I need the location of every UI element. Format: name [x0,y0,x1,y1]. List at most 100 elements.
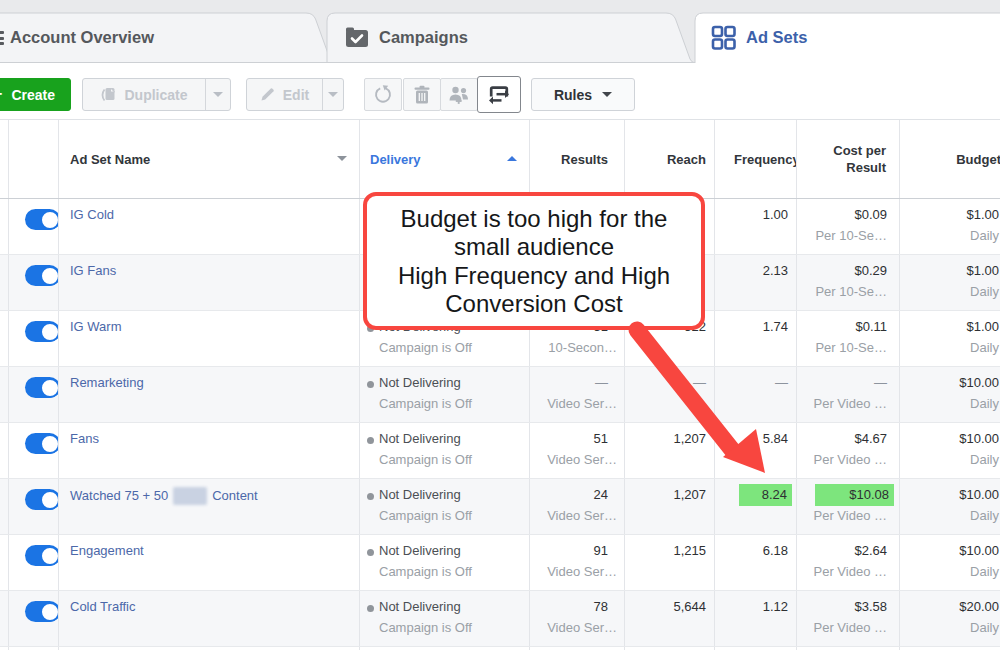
row-checkbox-cell[interactable] [0,255,9,310]
budget-value: $10.00 [900,487,1000,502]
cost-per-result-value: $4.67 [797,431,899,446]
tab-bar: Account Overview Campaigns Ad Sets [0,0,1000,63]
row-toggle-cell [9,255,59,310]
row-name-cell: IG Warm [59,311,360,366]
row-name-cell: Watched 75 + 50 Content [59,479,360,534]
ad-set-name-link[interactable]: IG Fans [70,263,116,278]
header-cost-per-result-label: Cost perResult [833,142,886,176]
budget-sublabel: Daily [900,564,1000,579]
reach-value: 1,207 [625,487,714,502]
reach-value: 1,207 [625,431,714,446]
row-budget-cell: $20.00 Daily [900,591,1000,646]
header-results[interactable]: Results [530,120,625,198]
row-delivery-cell: Not Delivering Campaign is Off [360,591,530,646]
header-cost-per-result[interactable]: Cost perResult [797,120,900,198]
add-people-button[interactable] [440,78,478,111]
budget-value: $10.00 [900,375,1000,390]
cost-highlight: $10.08 [815,484,894,506]
toggle-knob [40,378,59,398]
ad-set-toggle[interactable] [25,545,59,566]
duplicate-dropdown-button[interactable] [206,79,230,110]
row-name-cell: Cold Traffic [59,591,360,646]
sort-ascending-icon [507,156,517,161]
header-reach[interactable]: Reach [625,120,715,198]
frequency-highlight: 8.24 [739,484,792,506]
row-results-cell: 51 Video Ser… [530,423,625,478]
ad-set-toggle[interactable] [25,321,59,342]
ad-set-name-link[interactable]: Watched 75 + 50 [70,488,168,503]
refresh-button[interactable] [364,78,402,111]
row-delivery-cell: Not Delivering Campaign is Off [360,367,530,422]
edit-dropdown-button[interactable] [323,79,343,110]
chevron-down-icon [328,92,338,97]
row-name-cell: IG Fans [59,255,360,310]
row-frequency-cell: 6.18 [715,535,797,590]
delivery-substatus: Campaign is Off [360,340,529,355]
budget-sublabel: Daily [900,620,1000,635]
tab-account-overview[interactable]: Account Overview [10,0,154,63]
ad-set-name-link[interactable]: Fans [70,431,99,446]
row-name-cell: Remarketing [59,367,360,422]
tab-ad-sets[interactable]: Ad Sets [711,0,807,63]
ad-set-name-link-suffix[interactable]: Content [212,488,258,503]
header-delivery[interactable]: Delivery [360,120,530,198]
header-results-label: Results [561,152,608,167]
redaction-blur [173,487,207,505]
table-row: Cold Traffic Not Delivering Campaign is … [0,591,1000,647]
toggle-knob [40,322,59,342]
row-toggle-cell [9,199,59,254]
ad-set-name-link[interactable]: Cold Traffic [70,599,136,614]
budget-sublabel: Daily [900,396,1000,411]
row-results-cell: 91 Video Ser… [530,535,625,590]
cost-sublabel: Per Video … [797,452,899,467]
ad-set-toggle[interactable] [25,377,59,398]
cost-per-result-value: — [797,375,899,390]
frequency-value: 5.84 [715,431,796,446]
edit-button-group: Edit [246,78,344,111]
cost-sublabel: Per 10-Se… [797,228,899,243]
ad-set-name-link[interactable]: IG Cold [70,207,114,222]
row-frequency-cell: 1.12 [715,591,797,646]
table-header-row: Ad Set Name Delivery Results Reach Frequ… [0,119,1000,199]
header-ad-set-name[interactable]: Ad Set Name [59,120,360,198]
row-checkbox-cell[interactable] [0,591,9,646]
toggle-knob [40,490,59,510]
row-cost-cell: $0.09 Per 10-Se… [797,199,900,254]
row-checkbox-cell[interactable] [0,535,9,590]
row-cost-cell: $0.11 Per 10-Se… [797,311,900,366]
ad-set-name-link[interactable]: Remarketing [70,375,144,390]
budget-value: $10.00 [900,431,1000,446]
row-checkbox-cell[interactable] [0,367,9,422]
delete-button[interactable] [403,78,441,111]
results-value: 78 [530,599,624,614]
add-people-icon [448,85,470,104]
duplicate-button[interactable]: Duplicate [83,79,205,110]
tab-campaigns[interactable]: Campaigns [345,0,468,63]
header-budget[interactable]: Budget [900,120,1000,198]
row-cost-cell: — Per Video … [797,367,900,422]
ad-set-toggle[interactable] [25,433,59,454]
budget-value: $1.00 [900,263,1000,278]
view-setup-toggle-button[interactable] [477,76,521,113]
header-frequency[interactable]: Frequency [715,120,797,198]
results-value: 24 [530,487,624,502]
duplicate-button-group: Duplicate [82,78,231,111]
row-checkbox-cell[interactable] [0,479,9,534]
cost-per-result-value: $0.09 [797,207,899,222]
ad-set-toggle[interactable] [25,601,59,622]
rules-button[interactable]: Rules [531,78,635,111]
results-value: 91 [530,543,624,558]
row-checkbox-cell[interactable] [0,311,9,366]
plus-icon: + [0,84,2,104]
edit-button[interactable]: Edit [247,79,322,110]
create-button[interactable]: + Create [0,78,71,111]
ad-set-toggle[interactable] [25,209,59,230]
row-checkbox-cell[interactable] [0,423,9,478]
ad-set-toggle[interactable] [25,489,59,510]
reach-value: 1,215 [625,543,714,558]
ad-set-name-link[interactable]: IG Warm [70,319,122,334]
ad-set-name-link[interactable]: Engagement [70,543,144,558]
row-checkbox-cell[interactable] [0,199,9,254]
cost-sublabel: Per Video … [797,396,899,411]
ad-set-toggle[interactable] [25,265,59,286]
